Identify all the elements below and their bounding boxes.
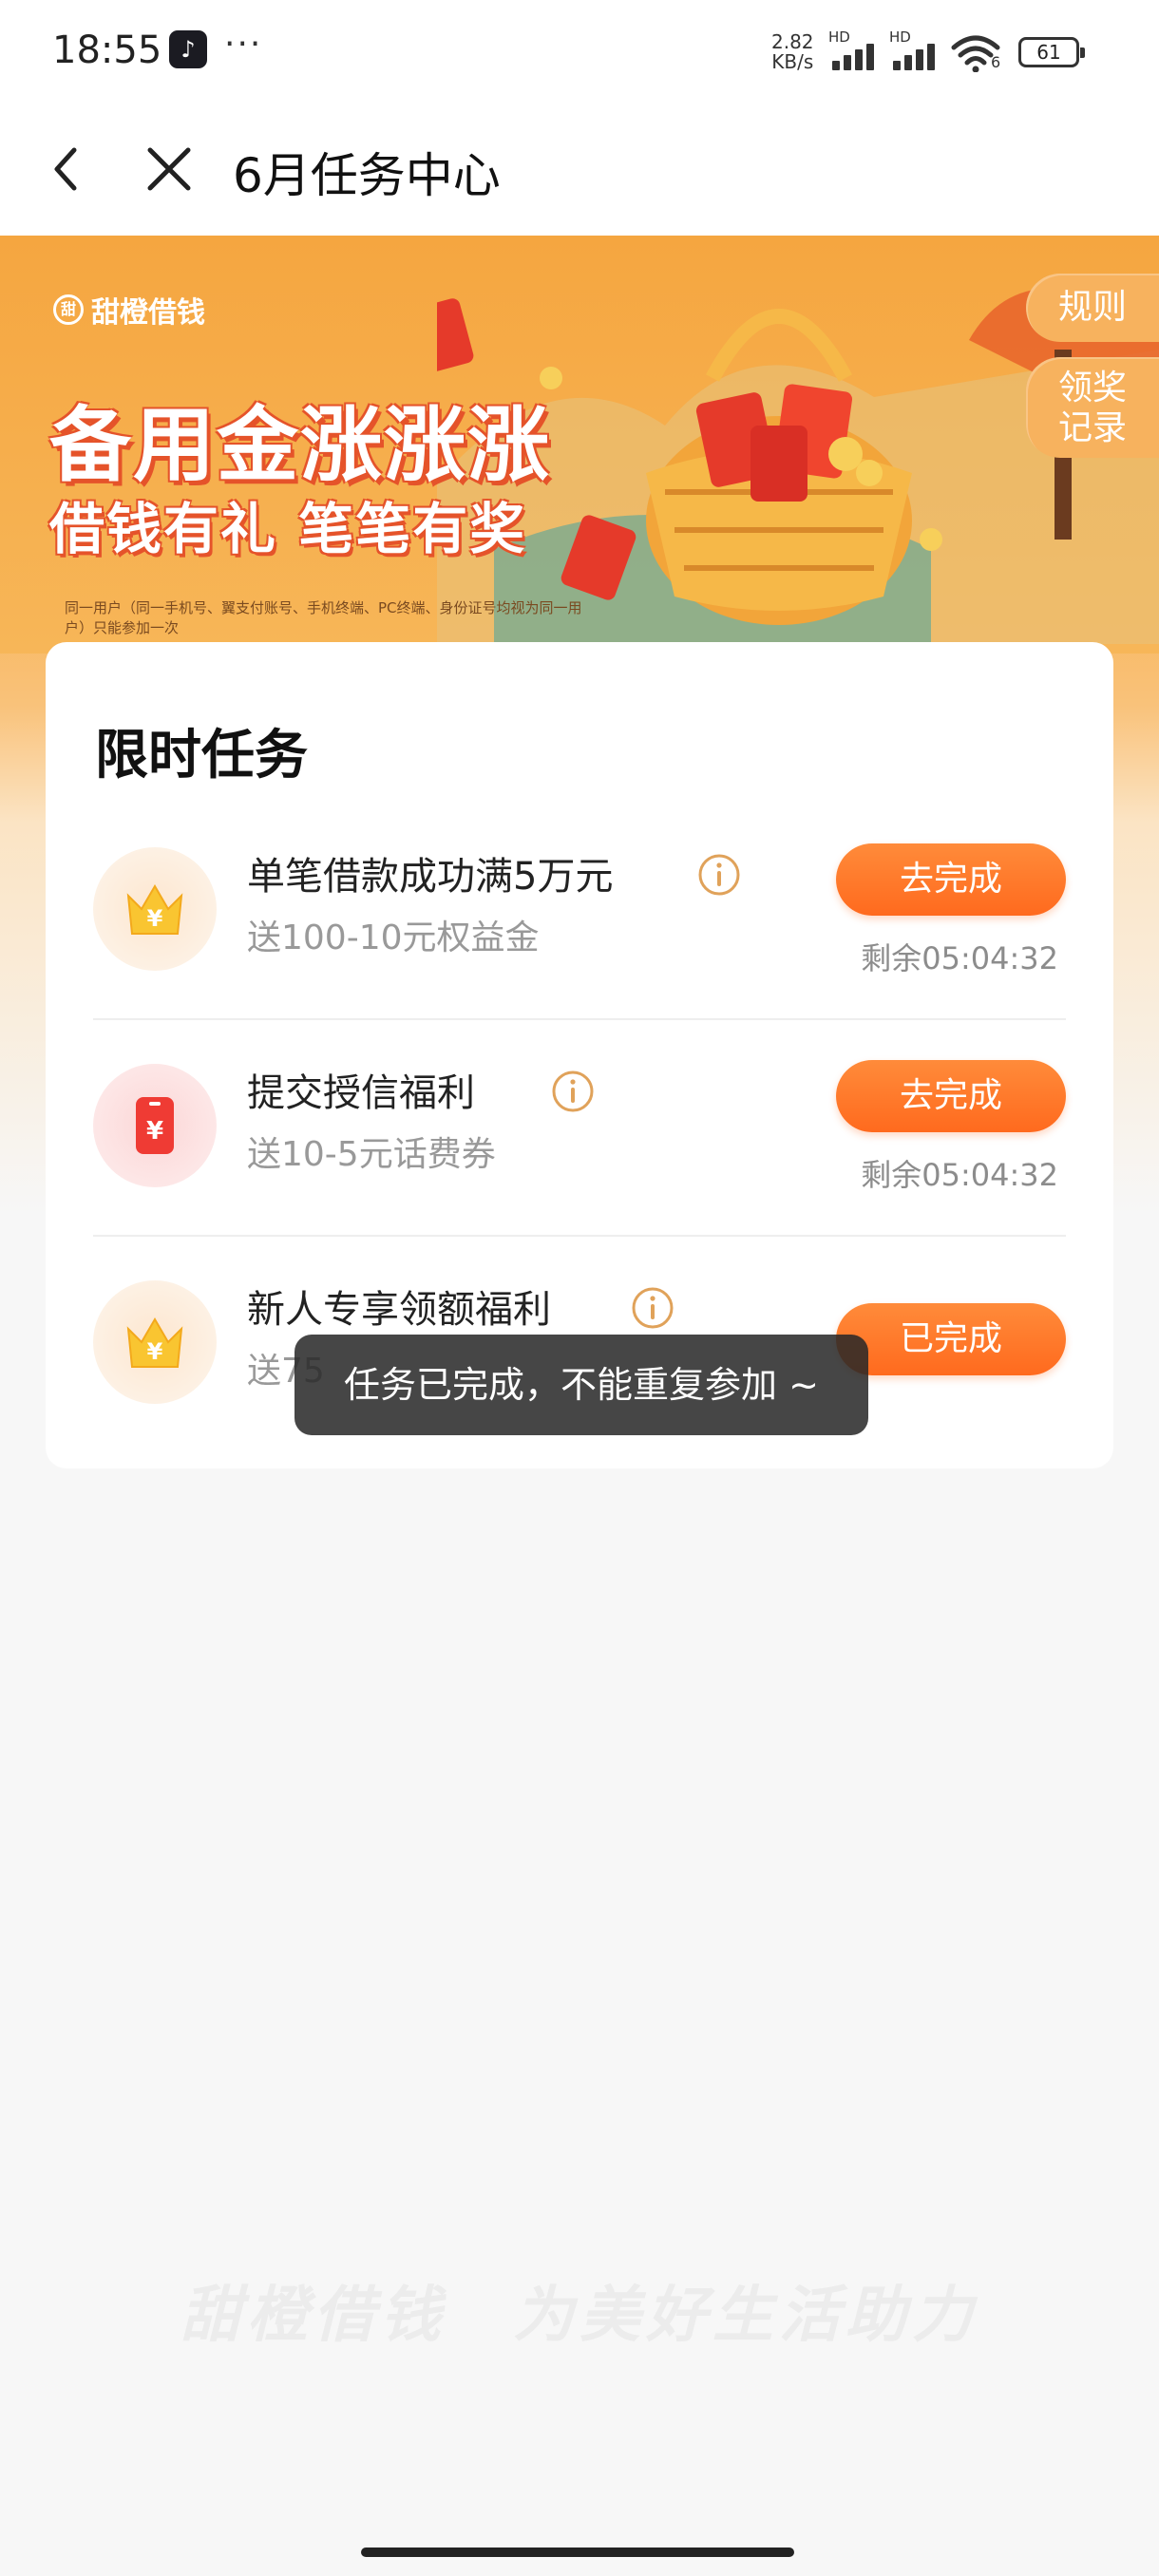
svg-text:¥: ¥ [146,1117,163,1146]
rules-button[interactable]: 规则 [1026,274,1159,342]
signal-2-icon: HD [887,28,939,70]
task-countdown: 剩余05:04:32 [861,1157,1058,1193]
task-name: 新人专享领额福利 [247,1288,551,1332]
footer-slogan: 甜橙借钱 为美好生活助力 [180,2281,978,2351]
status-bar: 18:55 ♪ ··· 2.82 KB/s HD HD 6 61 [0,0,1159,104]
douyin-app-icon: ♪ [169,30,207,68]
card-title: 限时任务 [95,725,308,786]
svg-text:¥: ¥ [147,1338,163,1365]
red-phone-yuan-icon: ¥ [136,1097,174,1154]
banner-scene: 甜 甜橙借钱 备用金涨涨涨 借钱有礼 笔笔有奖 同一用户（同一手机号、翼支付账号… [0,236,1159,653]
task-icon-bg: ¥ [93,1064,217,1187]
toast-message: 任务已完成，不能重复参加 ~ [294,1335,868,1435]
home-indicator[interactable] [361,2548,794,2557]
award-records-line1: 领奖 [1057,369,1127,407]
back-icon[interactable] [38,141,95,198]
banner-subline: 借钱有礼 笔笔有奖 [49,497,527,561]
go-complete-button[interactable]: 去完成 [836,1060,1066,1132]
status-more-dots: ··· [224,25,263,64]
banner-disclaimer: 同一用户（同一手机号、翼支付账号、手机终端、PC终端、身份证号均视为同一用户）只… [65,599,582,636]
svg-text:¥: ¥ [147,905,163,932]
info-icon[interactable] [551,1070,595,1113]
hd-label: HD [828,28,850,46]
signal-1-icon: HD [826,28,878,70]
task-icon-bg: ¥ [93,847,217,971]
go-complete-button[interactable]: 去完成 [836,843,1066,916]
brand-logo-icon: 甜 [53,294,84,325]
info-icon[interactable] [631,1286,674,1330]
network-speed-value: 2.82 [771,30,814,53]
close-icon[interactable] [141,141,198,198]
hd-label-2: HD [889,28,911,46]
network-speed-unit: KB/s [771,50,814,73]
task-row: ¥ 提交授信福利 送10-5元话费券 去完成 剩余05:04:32 [93,1020,1066,1237]
battery-icon: 61 [1018,37,1085,67]
brand-name: 甜橙借钱 [91,296,205,330]
wifi-number: 6 [991,53,1001,71]
award-records-button[interactable]: 领奖 记录 [1026,357,1159,458]
page-title: 6月任务中心 [233,148,501,203]
task-name: 提交授信福利 [247,1071,475,1115]
task-name: 单笔借款成功满5万元 [247,855,614,899]
award-records-line2: 记录 [1057,408,1127,447]
banner-headline: 备用金涨涨涨 [49,398,551,493]
task-desc: 送10-5元话费券 [247,1135,496,1174]
task-desc: 送100-10元权益金 [247,919,540,957]
brand-row: 甜 甜橙借钱 [53,289,205,331]
network-speed: 2.82 KB/s [771,32,814,72]
crown-yuan-icon: ¥ [126,1317,183,1368]
completed-button[interactable]: 已完成 [836,1303,1066,1375]
crown-yuan-icon: ¥ [126,884,183,935]
task-icon-bg: ¥ [93,1280,217,1404]
nav-bar: 6月任务中心 [0,104,1159,237]
info-icon[interactable] [697,853,741,897]
task-row: ¥ 单笔借款成功满5万元 送100-10元权益金 去完成 剩余05:04:32 [93,804,1066,1020]
task-countdown: 剩余05:04:32 [861,940,1058,976]
status-time: 18:55 [52,28,162,72]
